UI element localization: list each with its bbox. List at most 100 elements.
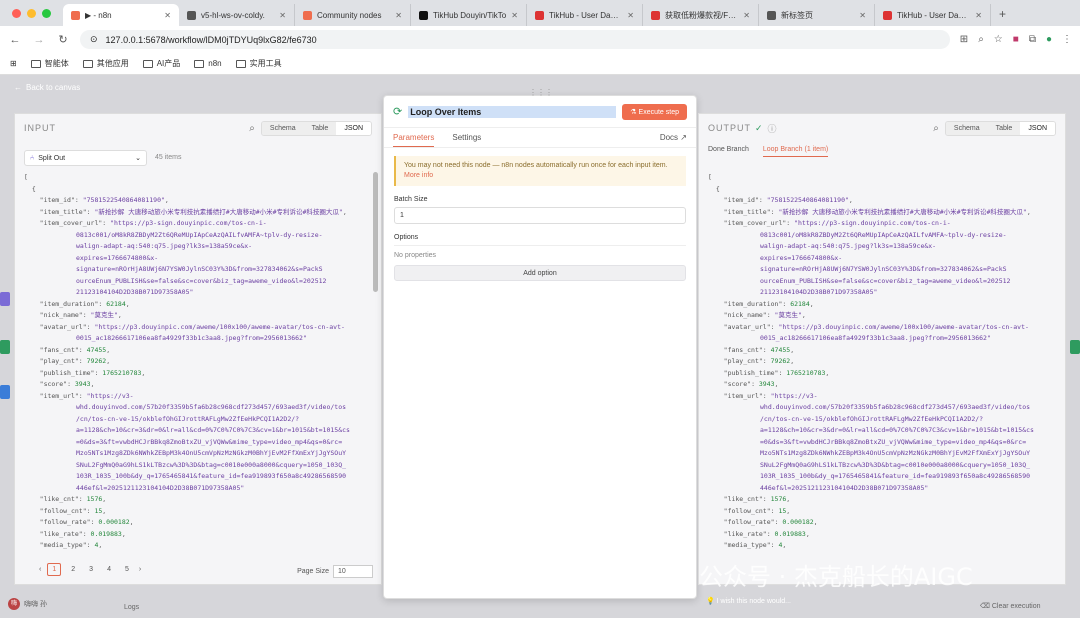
json-value: =0&ds=3&ft=vwbdHCJrBBkq8ZmoBtxZU_vjVQWw&… <box>760 437 1027 446</box>
browser-tab[interactable]: 获取低粉爆款视/Fetch ✕ <box>643 4 759 26</box>
bookmark-item[interactable]: AI产品 <box>142 58 180 69</box>
page-1[interactable]: 1 <box>47 563 62 576</box>
json-value: Mzo5NTs1Mzg8ZDk6NWhkZEBpM3k4OnU5cmVpNzMz… <box>760 449 1031 457</box>
tab-loop-branch[interactable]: Loop Branch (1 item) <box>762 146 829 157</box>
bookmark-item[interactable]: 其他应用 <box>82 58 129 69</box>
input-node-select[interactable]: ⑃ Split Out ⌄ <box>24 150 147 166</box>
next-page-icon[interactable]: › <box>139 566 141 573</box>
browser-tab[interactable]: TikHub - User Dashb ✕ <box>527 4 643 26</box>
json-value: 47455 <box>770 345 791 354</box>
bookmark-item[interactable]: 智能体 <box>30 58 69 69</box>
new-tab-button[interactable]: + <box>991 7 1014 26</box>
close-window-button[interactable] <box>12 8 21 18</box>
input-scrollbar[interactable] <box>373 172 378 292</box>
tab-parameters[interactable]: Parameters <box>393 133 435 147</box>
close-tab-icon[interactable]: ✕ <box>975 11 982 20</box>
folder-icon <box>235 59 246 68</box>
site-info-icon[interactable]: ⊙ <box>90 34 98 45</box>
page-2[interactable]: 2 <box>67 564 79 575</box>
side-node-icon[interactable] <box>1070 340 1080 354</box>
page-size-select[interactable]: 10 <box>333 565 373 578</box>
page-5[interactable]: 5 <box>121 564 133 575</box>
close-tab-icon[interactable]: ✕ <box>395 11 402 20</box>
json-line: "avatar_url": "https://p3.douyinpic.com/… <box>723 322 1029 331</box>
json-line: a=1128&ch=10&cr=3&dr=0&lr=all&cd=0%7C0%7… <box>24 425 369 437</box>
menu-icon[interactable]: ⋮ <box>1062 34 1072 45</box>
back-to-canvas-button[interactable]: ← Back to canvas <box>14 83 80 92</box>
feedback-link[interactable]: 💡 I wish this node would... <box>706 597 791 605</box>
reload-icon[interactable]: ↻ <box>56 33 70 46</box>
browser-tab[interactable]: Community nodes ✕ <box>295 4 411 26</box>
forward-icon[interactable]: → <box>32 34 46 46</box>
output-view-table[interactable]: Table <box>987 121 1021 135</box>
zoom-icon[interactable]: ⌕ <box>978 34 984 45</box>
profile-icon[interactable]: ● <box>1046 34 1052 45</box>
tab-done-branch[interactable]: Done Branch <box>708 146 749 157</box>
json-line: "nick_name": "莫克生", <box>723 311 806 319</box>
user-menu[interactable]: 嗨 嗨嗨 孙 <box>8 598 47 610</box>
input-json-view[interactable]: [ { "item_id": "7581522540864081190", "i… <box>24 172 369 556</box>
logs-button[interactable]: Logs <box>124 604 139 611</box>
minimize-window-button[interactable] <box>27 8 36 18</box>
close-tab-icon[interactable]: ✕ <box>743 11 750 20</box>
json-line: signature=nROrHjA8UWj6N7YSW0JylnSC03Y%3D… <box>708 264 1053 276</box>
search-icon[interactable]: ⌕ <box>933 123 939 134</box>
json-key: "follow_cnt" <box>723 506 771 515</box>
browser-tab-label: v5-hl-ws-ov-coldy. <box>201 10 265 20</box>
extensions-puzzle-icon[interactable]: ⧉ <box>1029 34 1036 45</box>
side-node-icon[interactable] <box>0 385 10 399</box>
side-node-icon[interactable] <box>0 340 10 354</box>
browser-tab[interactable]: TikHub Douyin/TikTo ✕ <box>411 4 527 26</box>
json-value: 103R_1035_100b&dy_q=1765465841&feature_i… <box>76 472 347 480</box>
search-icon[interactable]: ⌕ <box>249 123 255 134</box>
input-view-table[interactable]: Table <box>303 121 337 135</box>
docs-link[interactable]: Docs ↗ <box>660 133 687 142</box>
bookmark-star-icon[interactable]: ☆ <box>994 34 1003 45</box>
browser-tab[interactable]: v5-hl-ws-ov-coldy. ✕ <box>179 4 295 26</box>
browser-tab[interactable]: TikHub - User Dashb ✕ <box>875 4 991 26</box>
more-info-link[interactable]: More info <box>404 171 678 181</box>
drag-handle[interactable]: ⋮⋮⋮ <box>529 88 553 97</box>
json-line: =0&ds=3&ft=vwbdHCJrBBkq8ZmoBtxZU_vjVQWw&… <box>708 437 1053 449</box>
page-4[interactable]: 4 <box>103 564 115 575</box>
zoom-window-button[interactable] <box>42 8 51 18</box>
folder-icon <box>142 59 153 68</box>
close-tab-icon[interactable]: ✕ <box>859 11 866 20</box>
close-tab-icon[interactable]: ✕ <box>511 11 518 20</box>
batch-size-input[interactable]: 1 <box>394 207 686 224</box>
prev-page-icon[interactable]: ‹ <box>39 566 41 573</box>
json-line: "item_cover_url": "https://p3-sign.douyi… <box>723 219 951 227</box>
back-icon[interactable]: ← <box>8 34 22 46</box>
browser-tab[interactable]: 新标签页 ✕ <box>759 4 875 26</box>
bookmark-item[interactable]: 实用工具 <box>235 58 282 69</box>
bottom-bar: 嗨 嗨嗨 孙 Logs 💡 I wish this node would... … <box>0 594 1080 618</box>
add-option-button[interactable]: Add option <box>394 265 686 281</box>
translate-icon[interactable]: ⊞ <box>960 34 968 45</box>
output-view-schema[interactable]: Schema <box>945 121 988 135</box>
tab-settings[interactable]: Settings <box>452 133 481 142</box>
apps-icon[interactable]: ⊞ <box>10 59 17 68</box>
side-node-icon[interactable] <box>0 292 10 306</box>
output-json-view[interactable]: [ { "item_id": "7581522540864081190", "i… <box>708 172 1053 556</box>
close-tab-icon[interactable]: ✕ <box>627 11 634 20</box>
node-name[interactable]: Loop Over Items <box>410 106 482 117</box>
input-view-schema[interactable]: Schema <box>261 121 304 135</box>
bookmark-item[interactable]: n8n <box>194 59 222 68</box>
page-3[interactable]: 3 <box>85 564 97 575</box>
json-value: =0&ds=3&ft=vwbdHCJrBBkq8ZmoBtxZU_vjVQWw&… <box>76 437 343 446</box>
close-tab-icon[interactable]: ✕ <box>279 11 286 20</box>
json-value: a=1128&ch=10&cr=3&dr=0&lr=all&cd=0%7C0%7… <box>76 426 350 434</box>
favicon-icon <box>535 10 544 20</box>
clear-execution-button[interactable]: ⌫ Clear execution <box>980 602 1041 610</box>
json-value: 4 <box>94 541 99 549</box>
execute-step-button[interactable]: ⚗ Execute step <box>622 103 687 120</box>
close-tab-icon[interactable]: ✕ <box>164 11 171 20</box>
output-view-json[interactable]: JSON <box>1020 121 1055 135</box>
json-line: { <box>24 184 36 193</box>
browser-tab[interactable]: ▶ - n8n ✕ <box>63 4 179 26</box>
url-field[interactable]: ⊙ 127.0.0.1:5678/workflow/lDM0jTDYUq9lxG… <box>80 30 950 49</box>
browser-tab-bar: ▶ - n8n ✕ v5-hl-ws-ov-coldy. ✕ Community nod… <box>0 0 1080 26</box>
input-view-json[interactable]: JSON <box>336 121 371 135</box>
extension-icon[interactable]: ■ <box>1013 34 1019 45</box>
json-line: "fans_cnt": 47455, <box>723 345 795 354</box>
